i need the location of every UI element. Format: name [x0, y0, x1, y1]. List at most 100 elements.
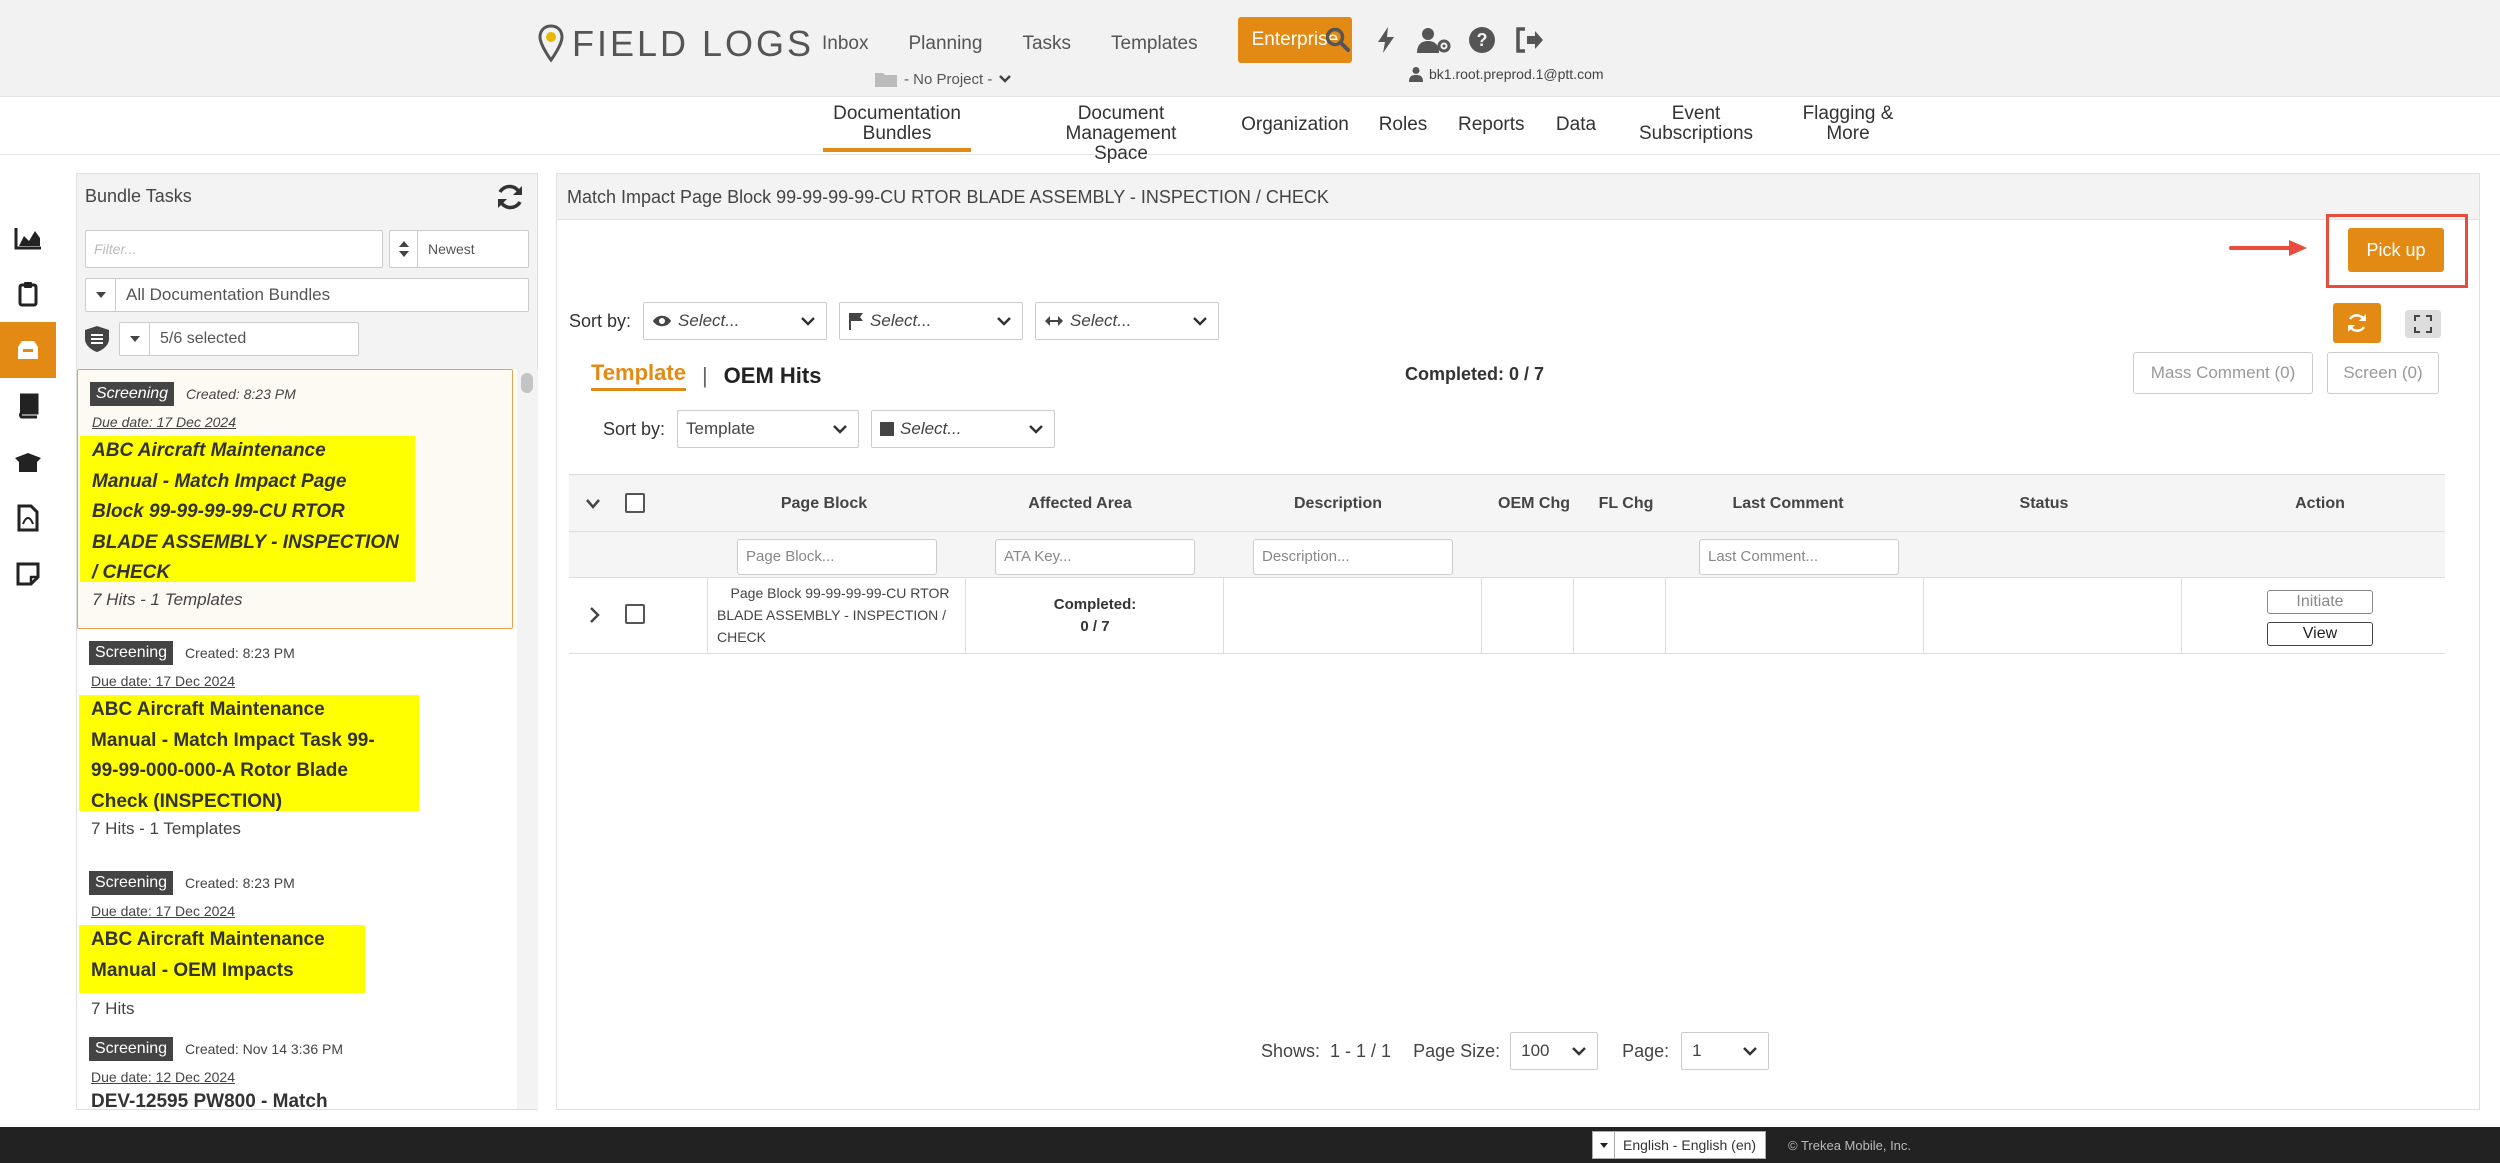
- inbox-box-icon: [18, 341, 38, 359]
- sort-select-flag[interactable]: Select...: [839, 302, 1024, 340]
- initiate-button[interactable]: Initiate: [2267, 590, 2373, 614]
- task-detail-title: Match Impact Page Block 99-99-99-99-CU R…: [557, 174, 2479, 220]
- affected-area-cell: Completed: 0 / 7: [967, 594, 1223, 638]
- col-status[interactable]: Status: [1939, 495, 2149, 513]
- tab-roles[interactable]: Roles: [1378, 115, 1428, 135]
- footer-bar: English - English (en) © Trekea Mobile, …: [0, 1127, 2500, 1163]
- nav-tasks[interactable]: Tasks: [1022, 28, 1071, 60]
- chevron-down-icon: [1743, 1047, 1758, 1056]
- search-icon[interactable]: [1320, 22, 1356, 58]
- expand-icon: [2414, 315, 2432, 333]
- sub-nav: Documentation Bundles Document Managemen…: [0, 98, 2500, 164]
- view-button[interactable]: View: [2267, 622, 2373, 646]
- rail-boxes[interactable]: [0, 434, 56, 490]
- sort-select[interactable]: Newest: [389, 230, 529, 268]
- nav-planning[interactable]: Planning: [908, 28, 982, 60]
- tab-reports[interactable]: Reports: [1458, 114, 1525, 135]
- status-multiselect[interactable]: 5/6 selected: [119, 322, 359, 356]
- page-size-select[interactable]: 100: [1510, 1032, 1599, 1070]
- cell-line: Page Block 99-99-99-99-CU RTOR: [730, 585, 950, 601]
- clipboard-icon: [18, 282, 38, 307]
- lightning-icon[interactable]: [1368, 22, 1404, 58]
- sort-select-view[interactable]: Select...: [643, 302, 828, 340]
- chevron-right-icon[interactable]: [589, 606, 601, 624]
- table-row[interactable]: Page Block 99-99-99-99-CU RTOR BLADE ASS…: [569, 578, 2445, 654]
- ata-key-filter[interactable]: ATA Key...: [995, 539, 1195, 575]
- panel-title: Bundle Tasks: [85, 186, 192, 206]
- tab-organization[interactable]: Organization: [1240, 115, 1350, 135]
- list-item[interactable]: Screening Created: 8:23 PM Due date: 17 …: [77, 369, 513, 629]
- due-date: Due date: 12 Dec 2024: [91, 1069, 235, 1085]
- help-icon[interactable]: ?: [1464, 22, 1500, 58]
- rail-bundles[interactable]: [0, 322, 56, 378]
- sort-color-select[interactable]: Select...: [871, 410, 1056, 448]
- pickup-button[interactable]: Pick up: [2348, 228, 2444, 272]
- screen-button[interactable]: Screen (0): [2327, 352, 2439, 394]
- col-affected-area[interactable]: Affected Area: [975, 495, 1185, 513]
- list-scrollbar[interactable]: [518, 369, 538, 1109]
- rail-clipboard[interactable]: [0, 266, 56, 322]
- tab-template[interactable]: Template: [591, 360, 686, 391]
- tab-data[interactable]: Data: [1554, 115, 1598, 135]
- sticky-note-icon: [16, 562, 40, 586]
- list-item[interactable]: Screening Created: Nov 14 3:36 PM Due da…: [77, 1031, 513, 1109]
- tab-line: Reports: [1458, 114, 1525, 135]
- col-last-comment[interactable]: Last Comment: [1683, 495, 1893, 513]
- col-fl-chg[interactable]: FL Chg: [1579, 495, 1673, 513]
- tab-oem-hits[interactable]: OEM Hits: [724, 363, 822, 389]
- rail-note[interactable]: [0, 546, 56, 602]
- tab-documentation-bundles[interactable]: Documentation Bundles: [823, 104, 971, 152]
- last-comment-filter[interactable]: Last Comment...: [1699, 539, 1899, 575]
- results-table: Page Block Affected Area Description OEM…: [569, 474, 2445, 654]
- scrollbar-thumb[interactable]: [521, 373, 533, 393]
- status-badge: Screening: [90, 382, 175, 406]
- refresh-button[interactable]: [491, 178, 529, 216]
- user-email: bk1.root.preprod.1@ptt.com: [1429, 66, 1604, 82]
- rail-analytics[interactable]: [0, 210, 56, 266]
- refresh-table-button[interactable]: [2333, 303, 2381, 343]
- collapse-all-icon[interactable]: [585, 497, 601, 511]
- nav-templates[interactable]: Templates: [1111, 28, 1198, 60]
- user-settings-icon[interactable]: [1416, 22, 1452, 58]
- bundle-filter-select[interactable]: All Documentation Bundles: [85, 278, 529, 312]
- project-selector[interactable]: - No Project -: [874, 70, 1012, 88]
- tab-flagging-more[interactable]: Flagging & More: [1798, 104, 1898, 144]
- page-select[interactable]: 1: [1681, 1032, 1770, 1070]
- task-title: ABC Aircraft Maintenance Manual - OEM Im…: [79, 925, 365, 993]
- completed-value: 0 / 7: [1080, 618, 1110, 635]
- description-filter[interactable]: Description...: [1253, 539, 1453, 575]
- select-value: 1: [1692, 1041, 1702, 1060]
- row-checkbox[interactable]: [625, 604, 645, 624]
- title-line: BLADE ASSEMBLY - INSPECTION: [92, 531, 399, 553]
- completed-label: Completed:: [1053, 596, 1137, 613]
- mass-comment-button[interactable]: Mass Comment (0): [2133, 352, 2313, 394]
- app-logo[interactable]: FIELD LOGS: [538, 22, 814, 66]
- filter-input[interactable]: Filter...: [85, 230, 383, 268]
- select-all-checkbox[interactable]: [625, 493, 645, 513]
- tab-line: Management Space: [1065, 123, 1177, 164]
- nav-inbox[interactable]: Inbox: [822, 28, 868, 60]
- rail-pdf[interactable]: [0, 490, 56, 546]
- sort-template-select[interactable]: Template: [677, 410, 860, 448]
- list-item[interactable]: Screening Created: 8:23 PM Due date: 17 …: [77, 861, 513, 1031]
- sort-select-direction[interactable]: Select...: [1035, 302, 1220, 340]
- tab-line: Data: [1555, 114, 1597, 135]
- col-page-block[interactable]: Page Block: [719, 495, 929, 513]
- tab-line: Document: [1077, 103, 1165, 124]
- col-oem-chg[interactable]: OEM Chg: [1487, 495, 1581, 513]
- list-item[interactable]: Screening Created: 8:23 PM ABC Aircraft …: [77, 631, 513, 861]
- page-block-filter[interactable]: Page Block...: [737, 539, 937, 575]
- title-line: Manual - Match Impact Page: [92, 470, 347, 492]
- title-line: Manual - Match Impact Task 99-: [91, 729, 375, 751]
- arrows-horizontal-icon: [1045, 316, 1064, 326]
- rail-book[interactable]: [0, 378, 56, 434]
- page-block-cell: Page Block 99-99-99-99-CU RTOR BLADE ASS…: [713, 582, 963, 648]
- tab-event-subscriptions[interactable]: Event Subscriptions: [1636, 104, 1756, 144]
- tab-document-management-space[interactable]: Document Management Space: [1038, 104, 1204, 164]
- user-info[interactable]: bk1.root.preprod.1@ptt.com: [1409, 66, 1604, 82]
- col-description[interactable]: Description: [1233, 495, 1443, 513]
- logout-icon[interactable]: [1512, 22, 1548, 58]
- shield-list-icon[interactable]: [83, 325, 111, 353]
- fullscreen-button[interactable]: [2405, 310, 2441, 338]
- language-select[interactable]: English - English (en): [1592, 1131, 1766, 1159]
